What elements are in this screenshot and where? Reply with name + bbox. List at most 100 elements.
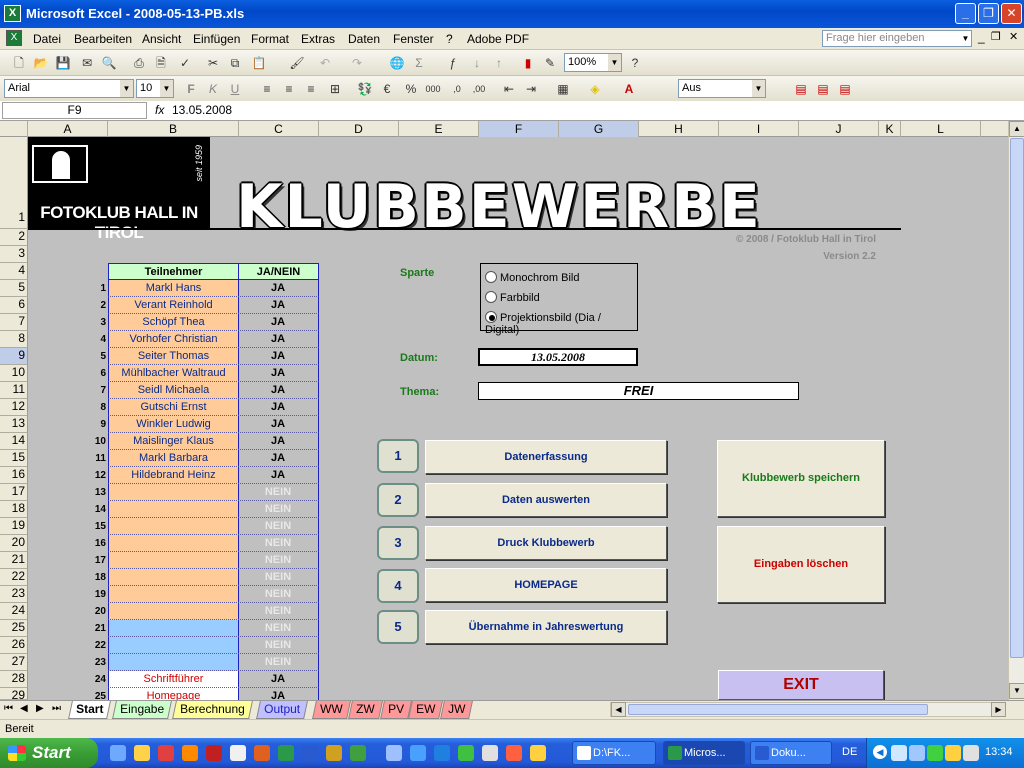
pdf-mail-icon[interactable]: ▤ [814,80,832,98]
tray-activity-icon[interactable] [927,745,943,761]
radio-monochrom[interactable]: Monochrom Bild [485,271,579,284]
participant-name[interactable]: Markl Barbara [108,450,239,467]
step-2-badge[interactable]: 2 [377,483,419,517]
tab-first-icon[interactable]: ⏮ [4,703,13,714]
row-header[interactable]: 1 [0,137,28,229]
tray-expand-icon[interactable]: ◀ [873,745,887,759]
title-bar[interactable]: X Microsoft Excel - 2008-05-13-PB.xls _ … [0,0,1024,28]
participant-status[interactable]: JA [238,688,319,700]
worksheet[interactable]: seit 1959 FOTOKLUB HALL IN TIROL KLUBBEW… [28,137,1010,700]
decrease-decimal-icon[interactable]: ,00 [470,80,488,98]
row-header[interactable]: 20 [0,535,28,552]
tab-start[interactable]: Start [68,701,112,719]
step-3-badge[interactable]: 3 [377,526,419,560]
quicklaunch-tool-icon[interactable] [350,745,366,761]
decrease-indent-icon[interactable]: ⇤ [500,80,518,98]
participant-status[interactable]: NEIN [238,484,319,501]
percent-icon[interactable]: % [402,80,420,98]
quicklaunch-desktop-icon[interactable] [110,745,126,761]
participant-status[interactable]: NEIN [238,620,319,637]
row-header[interactable]: 26 [0,637,28,654]
column-header[interactable]: A [28,121,108,137]
font-select[interactable]: Arial ▼ [4,79,134,98]
hyperlink-icon[interactable]: 🌐 [388,54,406,72]
participant-status[interactable]: JA [238,433,319,450]
font-size-select[interactable]: 10 ▼ [136,79,174,98]
participant-status[interactable]: JA [238,382,319,399]
tab-berechnung[interactable]: Berechnung [172,701,253,719]
tab-last-icon[interactable]: ⏭ [52,703,61,714]
row-header[interactable]: 3 [0,246,28,263]
cut-icon[interactable]: ✂ [204,54,222,72]
spelling-icon[interactable]: ✓ [176,54,194,72]
participant-status[interactable]: JA [238,297,319,314]
column-header[interactable]: C [239,121,319,137]
quicklaunch-extra-icon[interactable] [530,745,546,761]
copy-icon[interactable]: ⧉ [226,54,244,72]
participant-status[interactable]: JA [238,450,319,467]
paste-icon[interactable]: 📋 [250,54,268,72]
menu-datei[interactable]: Datei [33,32,61,46]
row-header[interactable]: 18 [0,501,28,518]
participant-name[interactable]: Hildebrand Heinz [108,467,239,484]
menu-daten[interactable]: Daten [348,32,380,46]
participant-name[interactable] [108,518,239,535]
participant-name[interactable]: Maislinger Klaus [108,433,239,450]
participant-status[interactable]: NEIN [238,603,319,620]
participant-status[interactable]: NEIN [238,535,319,552]
row-header[interactable]: 14 [0,433,28,450]
italic-icon[interactable]: K [204,80,222,98]
scroll-thumb[interactable] [1010,138,1024,658]
column-header[interactable]: F [479,121,559,137]
row-header[interactable]: 12 [0,399,28,416]
row-header[interactable]: 19 [0,518,28,535]
tab-output[interactable]: Output [256,701,308,719]
quicklaunch-wizard-icon[interactable] [482,745,498,761]
open-icon[interactable]: 📂 [32,54,50,72]
new-icon[interactable]: 🗋 [10,54,28,72]
clock[interactable]: 13:34 [985,746,1013,758]
quicklaunch-green-icon[interactable] [458,745,474,761]
participant-name[interactable]: Markl Hans [108,280,239,297]
exit-button[interactable]: EXIT [718,670,884,700]
task-word[interactable]: Doku... [750,741,832,765]
participant-status[interactable]: JA [238,671,319,688]
tab-zw[interactable]: ZW [348,701,383,719]
row-header[interactable]: 7 [0,314,28,331]
name-box[interactable]: F9 [2,102,147,119]
row-header[interactable]: 15 [0,450,28,467]
quicklaunch-excel-icon[interactable] [278,745,294,761]
scroll-left-icon[interactable]: ◀ [611,702,626,717]
column-header[interactable]: G [559,121,639,137]
undo-icon[interactable]: ↶ [316,54,334,72]
participant-name[interactable] [108,620,239,637]
euro-icon[interactable]: € [378,80,396,98]
zoom-select[interactable]: 100% ▼ [564,53,622,72]
radio-farbbild[interactable]: Farbbild [485,291,540,304]
tray-security-icon[interactable] [945,745,961,761]
participant-name[interactable] [108,637,239,654]
align-right-icon[interactable]: ≡ [302,80,320,98]
merge-center-icon[interactable]: ⊞ [326,80,344,98]
participant-status[interactable]: JA [238,348,319,365]
thema-field[interactable]: FREI [478,382,799,400]
row-header[interactable]: 11 [0,382,28,399]
participant-name[interactable] [108,569,239,586]
font-color-icon[interactable]: A [620,80,638,98]
scroll-right-icon[interactable]: ▶ [991,702,1006,717]
participant-name[interactable] [108,535,239,552]
column-header[interactable]: L [901,121,981,137]
participant-name[interactable]: Mühlbacher Waltraud [108,365,239,382]
tray-network-icon[interactable] [909,745,925,761]
task-excel[interactable]: Micros... [663,741,745,765]
tab-jw[interactable]: JW [440,701,474,719]
column-header[interactable]: J [799,121,879,137]
participant-status[interactable]: NEIN [238,501,319,518]
participant-name[interactable] [108,501,239,518]
tab-next-icon[interactable]: ▶ [36,703,44,714]
row-header[interactable]: 22 [0,569,28,586]
row-header[interactable]: 28 [0,671,28,688]
quicklaunch-powerpoint-icon[interactable] [254,745,270,761]
column-header[interactable]: H [639,121,719,137]
function-icon[interactable]: ƒ [444,54,462,72]
